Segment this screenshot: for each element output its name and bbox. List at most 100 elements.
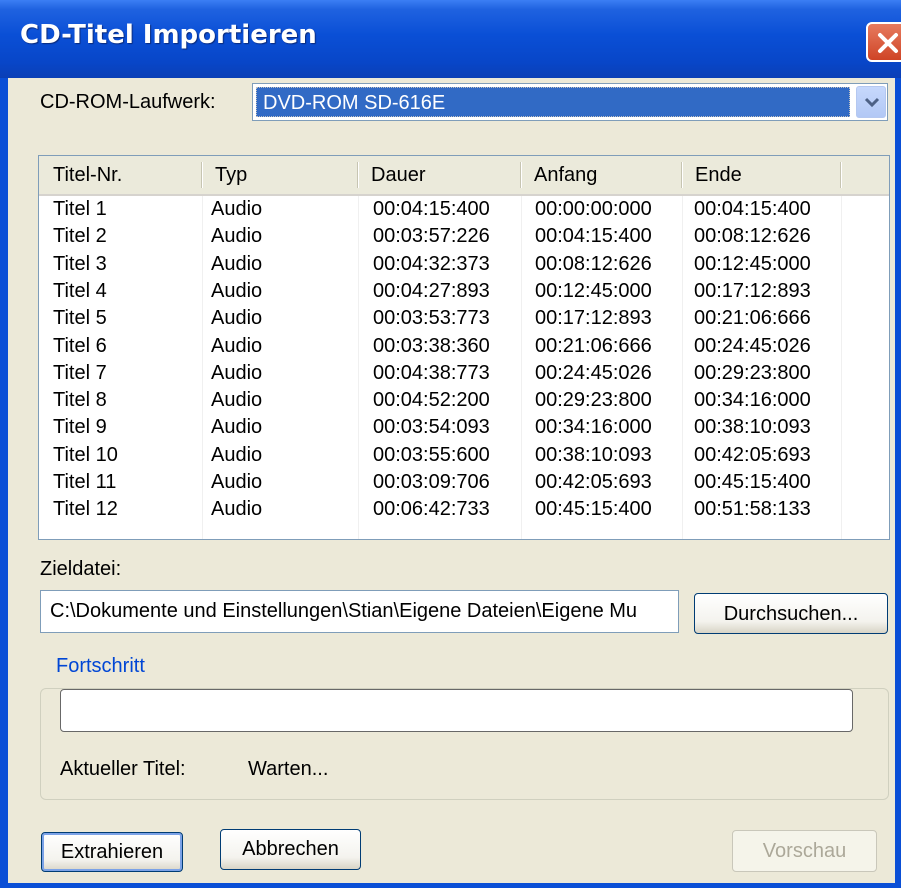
cell-end: 00:42:05:693 — [694, 443, 811, 466]
cell-end: 00:24:45:026 — [694, 334, 811, 357]
table-row[interactable]: Titel 7 Audio 00:04:38:773 00:24:45:026 00:2… — [39, 360, 889, 387]
cell-end: 00:45:15:400 — [694, 471, 811, 493]
cell-track-number: Titel 10 — [53, 443, 118, 466]
column-header-end[interactable]: Ende — [681, 156, 840, 194]
cell-start: 00:38:10:093 — [535, 443, 652, 466]
cell-end: 00:34:16:000 — [694, 389, 811, 412]
table-row[interactable]: Titel 5 Audio 00:03:53:773 00:17:12:893 00:2… — [39, 305, 889, 332]
target-path-field[interactable]: C:\Dokumente und Einstellungen\Stian\Eig… — [40, 590, 679, 633]
cell-start: 00:08:12:626 — [535, 252, 652, 275]
table-row[interactable]: Titel 11 Audio 00:03:09:706 00:42:05:693 00:… — [39, 469, 889, 496]
cell-end: 00:51:58:133 — [694, 498, 811, 521]
cell-duration: 00:03:55:600 — [373, 443, 490, 466]
window-title: CD-Titel Importieren — [20, 20, 317, 50]
cell-duration: 00:04:27:893 — [373, 279, 490, 302]
cell-type: Audio — [211, 443, 263, 466]
track-list[interactable]: Titel-Nr. Typ Dauer Anfang Ende Titel 1 A… — [38, 155, 890, 540]
cell-track-number: Titel 12 — [53, 498, 118, 521]
column-header-label: Dauer — [371, 164, 426, 186]
cell-type: Audio — [211, 225, 263, 248]
drive-select[interactable]: DVD-ROM SD-616E — [252, 83, 888, 121]
chevron-down-icon — [864, 97, 880, 108]
table-row[interactable]: Titel 2 Audio 00:03:57:226 00:04:15:400 00:0… — [39, 223, 889, 250]
cell-end: 00:04:15:400 — [694, 198, 811, 220]
table-row[interactable]: Titel 8 Audio 00:04:52:200 00:29:23:800 00:3… — [39, 387, 889, 414]
window-border-right — [895, 78, 901, 888]
window-border-left — [0, 78, 8, 888]
cell-duration: 00:04:32:373 — [373, 252, 490, 275]
table-row[interactable]: Titel 4 Audio 00:04:27:893 00:12:45:000 00:1… — [39, 278, 889, 305]
cell-type: Audio — [211, 498, 263, 521]
cell-type: Audio — [211, 334, 263, 357]
column-divider[interactable] — [840, 162, 841, 188]
cell-duration: 00:04:52:200 — [373, 389, 490, 412]
column-header-type[interactable]: Typ — [201, 156, 357, 194]
preview-button-label: Vorschau — [762, 840, 847, 862]
preview-button[interactable]: Vorschau — [732, 830, 877, 872]
column-divider[interactable] — [520, 162, 521, 188]
column-divider[interactable] — [201, 162, 202, 188]
progress-bar — [60, 689, 853, 732]
cell-start: 00:34:16:000 — [535, 416, 652, 439]
cell-track-number: Titel 9 — [53, 416, 107, 439]
cell-end: 00:38:10:093 — [694, 416, 811, 439]
cell-track-number: Titel 5 — [53, 307, 107, 330]
cell-type: Audio — [211, 252, 263, 275]
cell-track-number: Titel 3 — [53, 252, 107, 275]
column-divider[interactable] — [681, 162, 682, 188]
title-bar[interactable]: CD-Titel Importieren — [0, 0, 901, 78]
current-track-label: Aktueller Titel: — [60, 758, 186, 780]
column-header-track-number[interactable]: Titel-Nr. — [39, 156, 201, 194]
extract-button-label: Extrahieren — [60, 841, 164, 863]
close-button[interactable] — [866, 22, 901, 62]
cell-duration: 00:03:38:360 — [373, 334, 490, 357]
cell-track-number: Titel 11 — [53, 471, 117, 493]
table-row[interactable]: Titel 3 Audio 00:04:32:373 00:08:12:626 00:1… — [39, 251, 889, 278]
current-track-status: Warten... — [248, 758, 329, 780]
cell-duration: 00:06:42:733 — [373, 498, 490, 521]
cell-type: Audio — [211, 361, 263, 384]
drive-dropdown-button[interactable] — [856, 86, 886, 118]
column-header-label: Anfang — [534, 164, 598, 186]
column-header-label: Typ — [215, 164, 248, 186]
extract-button[interactable]: Extrahieren — [41, 832, 183, 872]
cell-end: 00:21:06:666 — [694, 307, 811, 330]
import-dialog: CD-Titel Importieren CD-ROM-Laufwerk: DV… — [0, 0, 901, 888]
cell-track-number: Titel 8 — [53, 389, 107, 412]
column-header-duration[interactable]: Dauer — [357, 156, 520, 194]
cancel-button-label: Abbrechen — [242, 838, 339, 860]
table-row[interactable]: Titel 10 Audio 00:03:55:600 00:38:10:093 00:… — [39, 442, 889, 469]
cell-start: 00:12:45:000 — [535, 279, 652, 302]
cell-end: 00:08:12:626 — [694, 225, 811, 248]
target-file-label: Zieldatei: — [40, 558, 122, 580]
cell-start: 00:04:15:400 — [535, 225, 652, 248]
column-header-start[interactable]: Anfang — [520, 156, 681, 194]
cell-duration: 00:04:38:773 — [373, 361, 490, 384]
column-header-label: Titel-Nr. — [53, 164, 123, 186]
cell-track-number: Titel 2 — [53, 225, 107, 248]
table-row[interactable]: Titel 1 Audio 00:04:15:400 00:00:00:000 00:0… — [39, 196, 889, 223]
track-list-header: Titel-Nr. Typ Dauer Anfang Ende — [39, 156, 889, 196]
cell-end: 00:17:12:893 — [694, 279, 811, 302]
drive-label: CD-ROM-Laufwerk: — [40, 91, 216, 113]
table-row[interactable]: Titel 6 Audio 00:03:38:360 00:21:06:666 00:2… — [39, 333, 889, 360]
cell-end: 00:29:23:800 — [694, 361, 811, 384]
cell-type: Audio — [211, 471, 263, 493]
table-row[interactable]: Titel 12 Audio 00:06:42:733 00:45:15:400 00:… — [39, 496, 889, 523]
cell-duration: 00:03:09:706 — [373, 471, 490, 493]
cell-track-number: Titel 4 — [53, 279, 107, 302]
cancel-button[interactable]: Abbrechen — [220, 829, 361, 870]
column-divider[interactable] — [357, 162, 358, 188]
browse-button[interactable]: Durchsuchen... — [694, 593, 888, 634]
cell-track-number: Titel 7 — [53, 361, 107, 384]
cell-duration: 00:03:54:093 — [373, 416, 490, 439]
cell-start: 00:45:15:400 — [535, 498, 652, 521]
cell-type: Audio — [211, 389, 263, 412]
cell-start: 00:24:45:026 — [535, 361, 652, 384]
cell-end: 00:12:45:000 — [694, 252, 811, 275]
cell-start: 00:29:23:800 — [535, 389, 652, 412]
table-row[interactable]: Titel 9 Audio 00:03:54:093 00:34:16:000 00:3… — [39, 414, 889, 441]
cell-start: 00:42:05:693 — [535, 471, 652, 493]
cell-start: 00:00:00:000 — [535, 198, 652, 220]
cell-start: 00:17:12:893 — [535, 307, 652, 330]
